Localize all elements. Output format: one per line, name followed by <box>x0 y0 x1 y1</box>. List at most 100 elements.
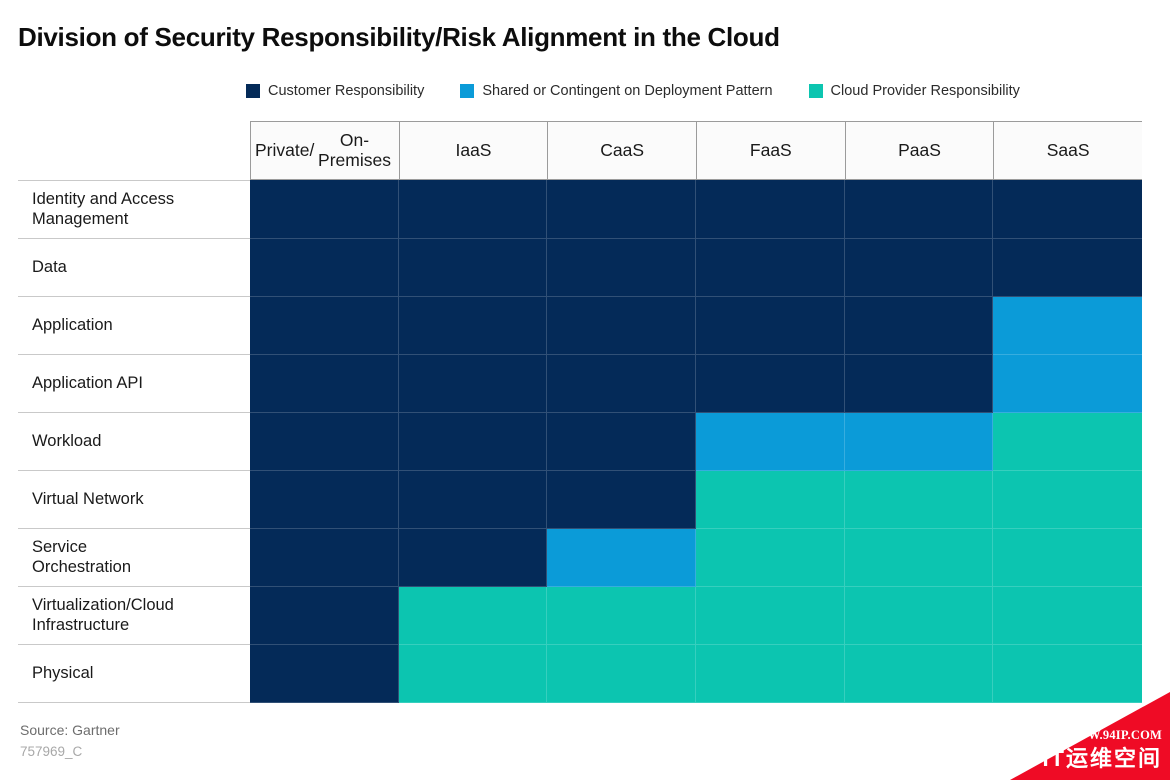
matrix-cell <box>250 471 399 529</box>
row-header-text: Service Orchestration <box>32 538 131 576</box>
row-header-text: Virtualization/Cloud Infrastructure <box>32 596 174 634</box>
matrix-cell <box>696 645 845 703</box>
legend-label: Customer Responsibility <box>268 83 425 99</box>
matrix-cell <box>398 239 548 297</box>
matrix-cell <box>250 413 399 471</box>
column-header-line: Private/ <box>255 139 315 160</box>
matrix-cell <box>547 180 696 239</box>
figure-id: 757969_C <box>20 743 83 759</box>
matrix-cell <box>250 297 399 355</box>
watermark-site-name: IT运维空间 <box>1042 746 1162 771</box>
matrix-cell <box>844 355 994 413</box>
column-header-iaas: IaaS <box>398 121 548 180</box>
row-header-line: Management <box>32 209 129 228</box>
row-header-text: Application API <box>32 374 143 393</box>
matrix-cell <box>696 529 845 587</box>
matrix-cell <box>547 471 696 529</box>
row-header-line: Orchestration <box>32 557 132 576</box>
matrix-cell <box>696 239 845 297</box>
matrix-cell <box>844 297 994 355</box>
row-header-virtualization-cloud-infrastructure: Virtualization/Cloud Infrastructure <box>18 587 250 645</box>
row-header-virtual-network: Virtual Network <box>18 471 250 529</box>
matrix-cell <box>696 587 845 645</box>
matrix-cell <box>993 471 1142 529</box>
matrix-cell <box>398 471 548 529</box>
matrix-cell <box>993 413 1142 471</box>
matrix-cell <box>250 645 399 703</box>
matrix-cell <box>993 355 1142 413</box>
matrix-cell <box>250 529 399 587</box>
row-header-line: Application <box>32 315 113 334</box>
row-header-line: Data <box>32 257 67 276</box>
responsibility-matrix: Private/On-Premises IaaS CaaS FaaS PaaS SaaS I… <box>18 121 1142 703</box>
legend-label: Cloud Provider Responsibility <box>830 83 1020 99</box>
row-header-workload: Workload <box>18 413 250 471</box>
watermark-triangle <box>1010 692 1170 780</box>
column-header-paas: PaaS <box>844 121 994 180</box>
row-header-identity-and-access-management: Identity and Access Management <box>18 180 250 239</box>
row-header-service-orchestration: Service Orchestration <box>18 529 250 587</box>
row-header-line: Virtual Network <box>32 489 144 508</box>
legend-item-provider: Cloud Provider Responsibility <box>808 83 1020 99</box>
matrix-cell <box>398 587 548 645</box>
matrix-cell <box>547 297 696 355</box>
matrix-cell <box>398 413 548 471</box>
matrix-cell <box>250 239 399 297</box>
matrix-cell <box>844 471 994 529</box>
column-header-line: CaaS <box>600 139 645 160</box>
chart-root: Division of Security Responsibility/Risk… <box>0 0 1170 780</box>
matrix-cell <box>547 529 696 587</box>
matrix-cell <box>993 239 1142 297</box>
matrix-cell <box>547 355 696 413</box>
matrix-cell <box>696 180 845 239</box>
matrix-cell <box>844 239 994 297</box>
matrix-cell <box>993 529 1142 587</box>
column-header-line: FaaS <box>749 139 792 160</box>
matrix-cell <box>547 645 696 703</box>
row-header-line: Application API <box>32 373 143 392</box>
column-header-line: IaaS <box>455 139 492 160</box>
matrix-cell <box>250 180 399 239</box>
row-header-text: Identity and Access Management <box>32 190 174 228</box>
matrix-cell <box>547 239 696 297</box>
column-header-line: On-Premises <box>318 129 391 170</box>
matrix-cell <box>250 355 399 413</box>
matrix-cell <box>844 645 994 703</box>
row-header-line: Virtualization/Cloud <box>32 596 174 615</box>
row-header-line: Service <box>32 538 88 557</box>
row-header-text: Workload <box>32 432 101 451</box>
column-header-line: PaaS <box>898 139 941 160</box>
matrix-cell <box>696 297 845 355</box>
matrix-cell <box>398 645 548 703</box>
matrix-cell <box>844 180 994 239</box>
row-header-data: Data <box>18 239 250 297</box>
matrix-cell <box>844 529 994 587</box>
column-header-private-on-premises: Private/On-Premises <box>250 121 399 180</box>
column-header-saas: SaaS <box>993 121 1142 180</box>
source-note: Source: Gartner <box>20 722 120 738</box>
matrix-cell <box>844 413 994 471</box>
row-header-text: Data <box>32 258 67 277</box>
legend-swatch-shared-icon <box>460 84 475 99</box>
footer: Source: Gartner 757969_C <box>20 720 120 763</box>
matrix-cell <box>398 180 548 239</box>
matrix-cell <box>993 297 1142 355</box>
row-header-physical: Physical <box>18 645 250 703</box>
row-header-line: Identity and Access <box>32 190 175 209</box>
matrix-cell <box>547 587 696 645</box>
matrix-cell <box>547 413 696 471</box>
matrix-cell <box>696 355 845 413</box>
matrix-cell <box>398 297 548 355</box>
matrix-cell <box>398 355 548 413</box>
row-header-line: Workload <box>32 431 102 450</box>
legend-item-shared: Shared or Contingent on Deployment Patte… <box>460 83 773 99</box>
legend-item-customer: Customer Responsibility <box>246 84 424 99</box>
matrix-cell <box>993 587 1142 645</box>
matrix-corner-cell <box>18 121 250 180</box>
column-header-caas: CaaS <box>547 121 696 180</box>
matrix-cell <box>250 587 399 645</box>
row-header-application: Application <box>18 297 250 355</box>
legend-label: Shared or Contingent on Deployment Patte… <box>482 83 773 99</box>
legend-swatch-customer-icon <box>246 84 260 99</box>
column-header-faas: FaaS <box>696 121 845 180</box>
